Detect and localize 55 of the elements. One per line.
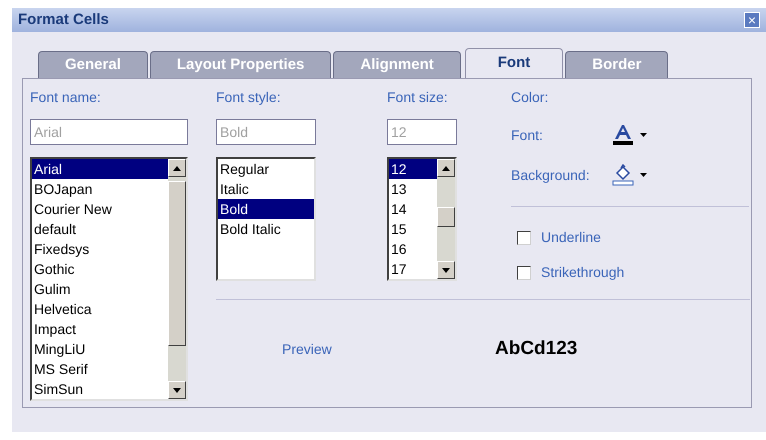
- scroll-down-button[interactable]: [168, 381, 186, 399]
- list-item[interactable]: MS Serif: [32, 359, 168, 379]
- font-color-button[interactable]: [612, 124, 647, 146]
- list-item[interactable]: Helvetica: [32, 299, 168, 319]
- list-item[interactable]: Bold Italic: [218, 219, 314, 239]
- list-item[interactable]: Gothic: [32, 259, 168, 279]
- scroll-thumb[interactable]: [168, 181, 186, 346]
- checkbox[interactable]: [517, 230, 531, 244]
- window-title: Format Cells: [18, 10, 109, 30]
- list-item[interactable]: 16: [389, 239, 437, 259]
- caret-icon: [640, 133, 647, 137]
- list-item[interactable]: MingLiU: [32, 339, 168, 359]
- list-item[interactable]: Fixedsys: [32, 239, 168, 259]
- checkbox-option[interactable]: Underline: [517, 227, 750, 248]
- checkbox-option[interactable]: Strikethrough: [517, 262, 750, 283]
- scroll-up-button[interactable]: [437, 159, 455, 177]
- list-item[interactable]: 14: [389, 199, 437, 219]
- list-item[interactable]: Courier New: [32, 199, 168, 219]
- list-item[interactable]: 17: [389, 259, 437, 279]
- preview-label: Preview: [282, 340, 333, 358]
- list-item[interactable]: Italic: [218, 179, 314, 199]
- close-button[interactable]: ×: [744, 12, 760, 28]
- field-label: Font size:: [387, 88, 449, 107]
- list-item[interactable]: Arial: [32, 159, 168, 179]
- list-item[interactable]: 12: [389, 159, 437, 179]
- scroll-thumb[interactable]: [437, 207, 455, 227]
- list-item[interactable]: Bold: [218, 199, 314, 219]
- color-label: Color:: [511, 88, 550, 107]
- list-item[interactable]: Regular: [218, 159, 314, 179]
- list-item[interactable]: 15: [389, 219, 437, 239]
- scroll-up-button[interactable]: [168, 159, 186, 177]
- field-label: Font name:: [30, 88, 102, 107]
- up-arrow-icon: [442, 166, 450, 170]
- list-item[interactable]: SimSun: [32, 379, 168, 399]
- down-arrow-icon: [442, 268, 450, 272]
- text-color-icon: [612, 124, 634, 146]
- checkbox[interactable]: [517, 266, 531, 280]
- scrollbar[interactable]: [437, 159, 455, 279]
- down-arrow-icon: [173, 388, 181, 392]
- paint-bucket-icon: [612, 164, 634, 186]
- scroll-down-button[interactable]: [437, 261, 455, 279]
- background-color-button[interactable]: [612, 164, 647, 186]
- caret-icon: [640, 173, 647, 177]
- list-item[interactable]: Impact: [32, 319, 168, 339]
- list-item[interactable]: 13: [389, 179, 437, 199]
- list-item[interactable]: Gulim: [32, 279, 168, 299]
- tab[interactable]: Font: [464, 48, 564, 78]
- field-label: Font style:: [216, 88, 282, 107]
- font-color-label: Font:: [511, 126, 544, 144]
- background-color-label: Background:: [511, 166, 591, 185]
- list-item[interactable]: BOJapan: [32, 179, 168, 199]
- scrollbar[interactable]: [168, 159, 186, 399]
- list-item[interactable]: default: [32, 219, 168, 239]
- preview-sample: AbCd123: [495, 336, 578, 361]
- up-arrow-icon: [173, 166, 181, 170]
